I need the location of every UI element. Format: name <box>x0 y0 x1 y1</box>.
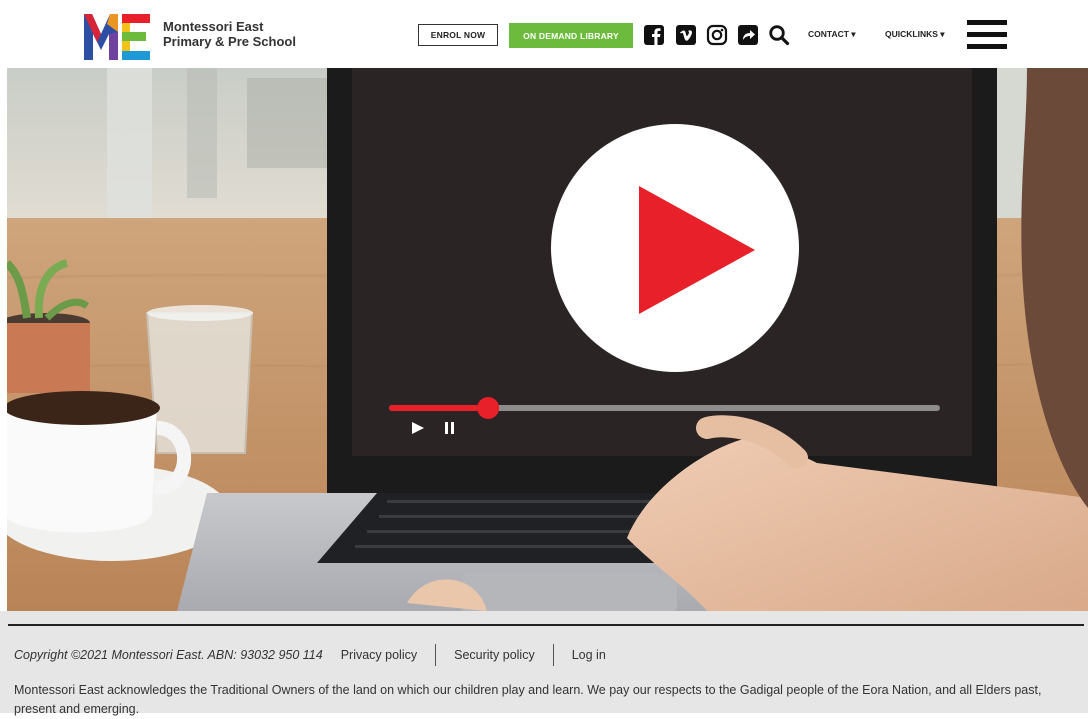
video-progress-fill <box>389 405 489 411</box>
share-icon[interactable] <box>737 24 759 46</box>
footer-separator <box>552 644 554 666</box>
instagram-icon[interactable] <box>706 24 728 46</box>
enrol-now-button[interactable]: ENROL NOW <box>418 24 498 46</box>
site-footer: Copyright ©2021 Montessori East. ABN: 93… <box>0 611 1088 716</box>
school-name[interactable]: Montessori East Primary & Pre School <box>163 19 296 49</box>
contact-dropdown[interactable]: CONTACT ▾ <box>808 29 856 40</box>
vimeo-icon[interactable] <box>675 24 697 46</box>
school-logo[interactable] <box>84 12 150 60</box>
school-name-line2: Primary & Pre School <box>163 34 296 49</box>
security-policy-link[interactable]: Security policy <box>454 648 535 662</box>
hero-image <box>7 68 1088 611</box>
search-icon[interactable] <box>768 24 790 46</box>
on-demand-library-button[interactable]: ON DEMAND LIBRARY <box>509 23 633 48</box>
menu-hamburger-icon[interactable] <box>967 20 1007 52</box>
facebook-icon[interactable] <box>643 24 665 46</box>
school-name-line1: Montessori East <box>163 19 264 34</box>
quicklinks-dropdown[interactable]: QUICKLINKS ▾ <box>885 29 945 40</box>
footer-divider <box>8 624 1084 626</box>
login-link[interactable]: Log in <box>572 648 606 662</box>
site-header: Montessori East Primary & Pre School ENR… <box>0 0 1088 68</box>
acknowledgement-text: Montessori East acknowledges the Traditi… <box>14 683 1042 716</box>
footer-links: Copyright ©2021 Montessori East. ABN: 93… <box>14 644 606 666</box>
footer-separator <box>435 644 437 666</box>
video-progress-handle <box>477 397 500 419</box>
copyright-text: Copyright ©2021 Montessori East. ABN: 93… <box>14 648 323 662</box>
privacy-policy-link[interactable]: Privacy policy <box>341 648 417 662</box>
